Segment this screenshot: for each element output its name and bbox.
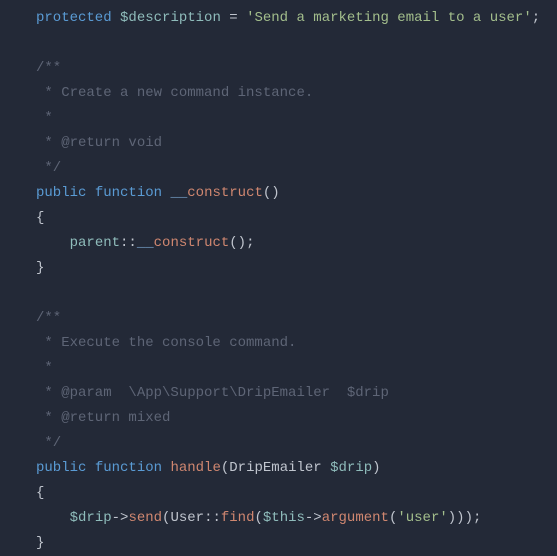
method-argument: argument <box>322 510 389 526</box>
docblock-line: * @return void <box>36 135 162 151</box>
param-drip: $drip <box>330 460 372 476</box>
string-user: 'user' <box>397 510 447 526</box>
docblock-close: */ <box>36 160 61 176</box>
docblock-line: * <box>36 110 53 126</box>
docblock-line: * @return mixed <box>36 410 170 426</box>
code-block: protected $description = 'Send a marketi… <box>0 6 557 556</box>
docblock-line: * @param \App\Support\DripEmailer $drip <box>36 385 389 401</box>
keyword-public: public <box>36 185 86 201</box>
class-user: User <box>170 510 204 526</box>
method-send: send <box>128 510 162 526</box>
method-construct: construct <box>187 185 263 201</box>
parent-ref: parent <box>70 235 120 251</box>
docblock-line: * <box>36 360 53 376</box>
var-this: $this <box>263 510 305 526</box>
type-dripemailer: DripEmailer <box>229 460 321 476</box>
docblock-line: * Create a new command instance. <box>36 85 313 101</box>
docblock-close: */ <box>36 435 61 451</box>
docblock-open: /** <box>36 60 61 76</box>
string-literal: 'Send a marketing email to a user' <box>246 10 532 26</box>
method-find: find <box>221 510 255 526</box>
keyword-public: public <box>36 460 86 476</box>
docblock-open: /** <box>36 310 61 326</box>
keyword-function: function <box>95 185 162 201</box>
keyword-protected: protected <box>36 10 112 26</box>
docblock-line: * Execute the console command. <box>36 335 296 351</box>
method-handle: handle <box>170 460 220 476</box>
var-drip: $drip <box>70 510 112 526</box>
keyword-function: function <box>95 460 162 476</box>
var-description: $description <box>120 10 221 26</box>
